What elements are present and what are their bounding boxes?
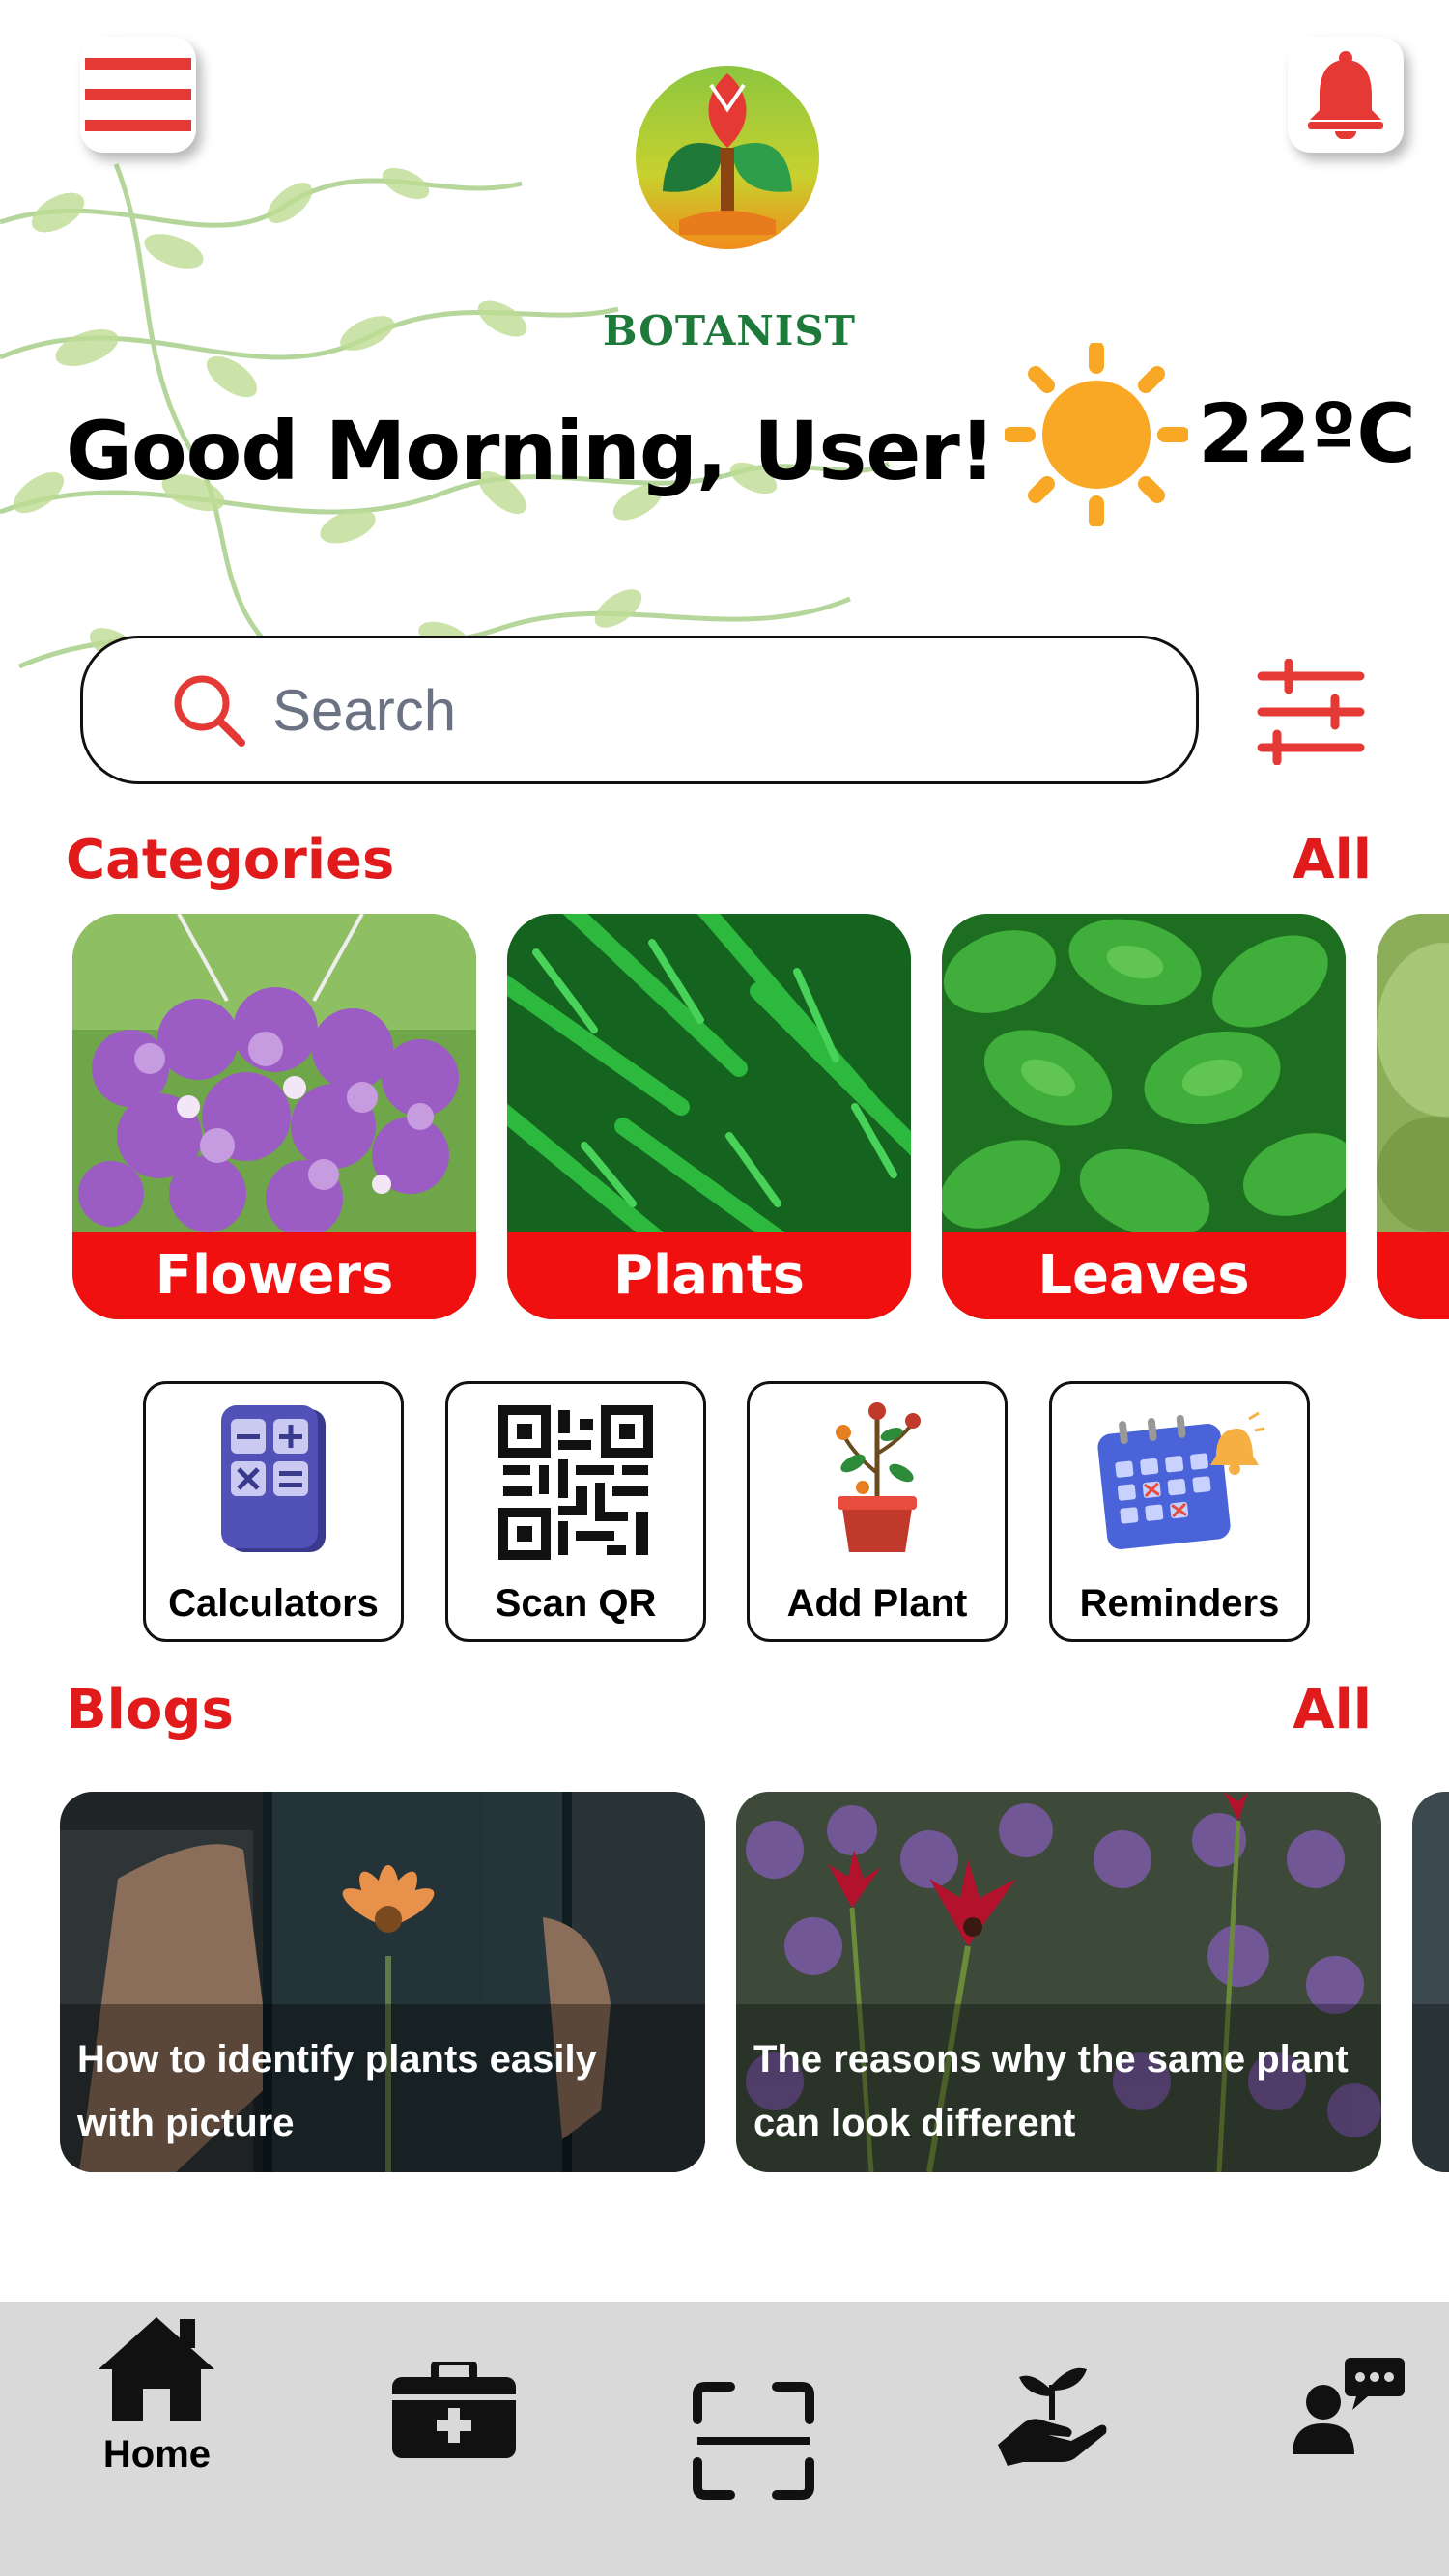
blog-card-partial[interactable]: [1412, 1792, 1449, 2172]
botanist-logo: [636, 66, 819, 249]
leaves-image: [942, 914, 1346, 1232]
category-label: Plants: [507, 1232, 911, 1319]
calculators-tile[interactable]: Calculators: [143, 1381, 404, 1642]
category-label: Leaves: [942, 1232, 1346, 1319]
tool-label: Scan QR: [495, 1582, 657, 1625]
categories-title: Categories: [66, 829, 395, 892]
search-input[interactable]: Search: [272, 677, 456, 744]
temperature-readout: 22ºC: [1198, 386, 1416, 481]
category-card-leaves[interactable]: Leaves: [942, 914, 1346, 1319]
blogs-title: Blogs: [66, 1679, 234, 1741]
nav-label: Home: [102, 2433, 212, 2476]
partial-category-image: [1377, 914, 1449, 1232]
category-card-partial[interactable]: [1377, 914, 1449, 1319]
categories-all-link[interactable]: All: [1256, 829, 1372, 892]
blog-title: The reasons why the same plant can look …: [753, 2038, 1349, 2144]
home-icon: [99, 2317, 214, 2421]
tool-label: Calculators: [168, 1582, 379, 1625]
add-plant-tile[interactable]: Add Plant: [747, 1381, 1008, 1642]
scan-icon: [693, 2382, 814, 2500]
bottom-navigation: Home: [0, 2302, 1449, 2576]
blog-image-partial: [1412, 1792, 1449, 2172]
plant-hand-icon: [998, 2367, 1107, 2466]
sun-icon: [1005, 343, 1188, 526]
blogs-all-link[interactable]: All: [1256, 1679, 1372, 1741]
qr-code-icon: [498, 1405, 653, 1560]
calculator-icon: [221, 1405, 326, 1552]
brand-name: BOTANIST: [602, 307, 857, 354]
bell-icon: [1308, 51, 1383, 139]
sliders-icon[interactable]: [1256, 659, 1367, 765]
category-label-partial: [1377, 1232, 1449, 1319]
plants-image: [507, 914, 911, 1232]
blog-card[interactable]: The reasons why the same plant can look …: [736, 1792, 1381, 2172]
reminders-tile[interactable]: Reminders: [1049, 1381, 1310, 1642]
medical-kit-icon: [392, 2362, 516, 2458]
nav-scan[interactable]: [686, 2302, 821, 2576]
notification-button[interactable]: [1288, 37, 1404, 153]
blog-title: How to identify plants easily with pictu…: [77, 2038, 597, 2144]
category-card-flowers[interactable]: Flowers: [72, 914, 476, 1319]
nav-my-plants[interactable]: [990, 2302, 1116, 2576]
scan-qr-tile[interactable]: Scan QR: [445, 1381, 706, 1642]
tool-label: Reminders: [1079, 1582, 1280, 1625]
nav-experts[interactable]: [1285, 2302, 1410, 2576]
potted-plant-icon: [836, 1402, 921, 1552]
search-icon: [174, 675, 245, 747]
nav-home[interactable]: Home: [77, 2302, 237, 2576]
blog-card[interactable]: How to identify plants easily with pictu…: [60, 1792, 705, 2172]
hamburger-menu-icon: [85, 58, 191, 131]
search-field[interactable]: Search: [80, 636, 1199, 784]
category-label: Flowers: [72, 1232, 476, 1319]
category-card-plants[interactable]: Plants: [507, 914, 911, 1319]
menu-button[interactable]: [80, 37, 196, 153]
greeting-text: Good Morning, User!: [66, 404, 996, 498]
expert-chat-icon: [1293, 2358, 1405, 2454]
calendar-bell-icon: [1097, 1411, 1265, 1549]
nav-plant-care[interactable]: [386, 2302, 522, 2576]
flowers-image: [72, 914, 476, 1232]
tool-label: Add Plant: [786, 1582, 968, 1625]
